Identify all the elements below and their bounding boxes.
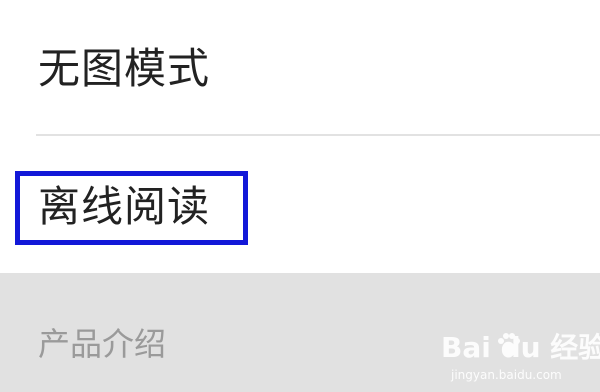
menu-item-no-image-mode[interactable]: 无图模式 (0, 0, 600, 135)
highlight-annotation-box (15, 171, 248, 245)
paw-icon (498, 333, 520, 355)
section-header-label: 产品介绍 (38, 325, 167, 363)
baidu-jingyan-watermark: Bai du 经验 jingyan.baidu.com (441, 326, 600, 386)
watermark-url: jingyan.baidu.com (451, 368, 562, 382)
menu-item-label: 无图模式 (38, 44, 211, 93)
settings-screen: 无图模式 离线阅读 产品介绍 Bai du 经验 jingyan.baidu.c… (0, 0, 600, 392)
